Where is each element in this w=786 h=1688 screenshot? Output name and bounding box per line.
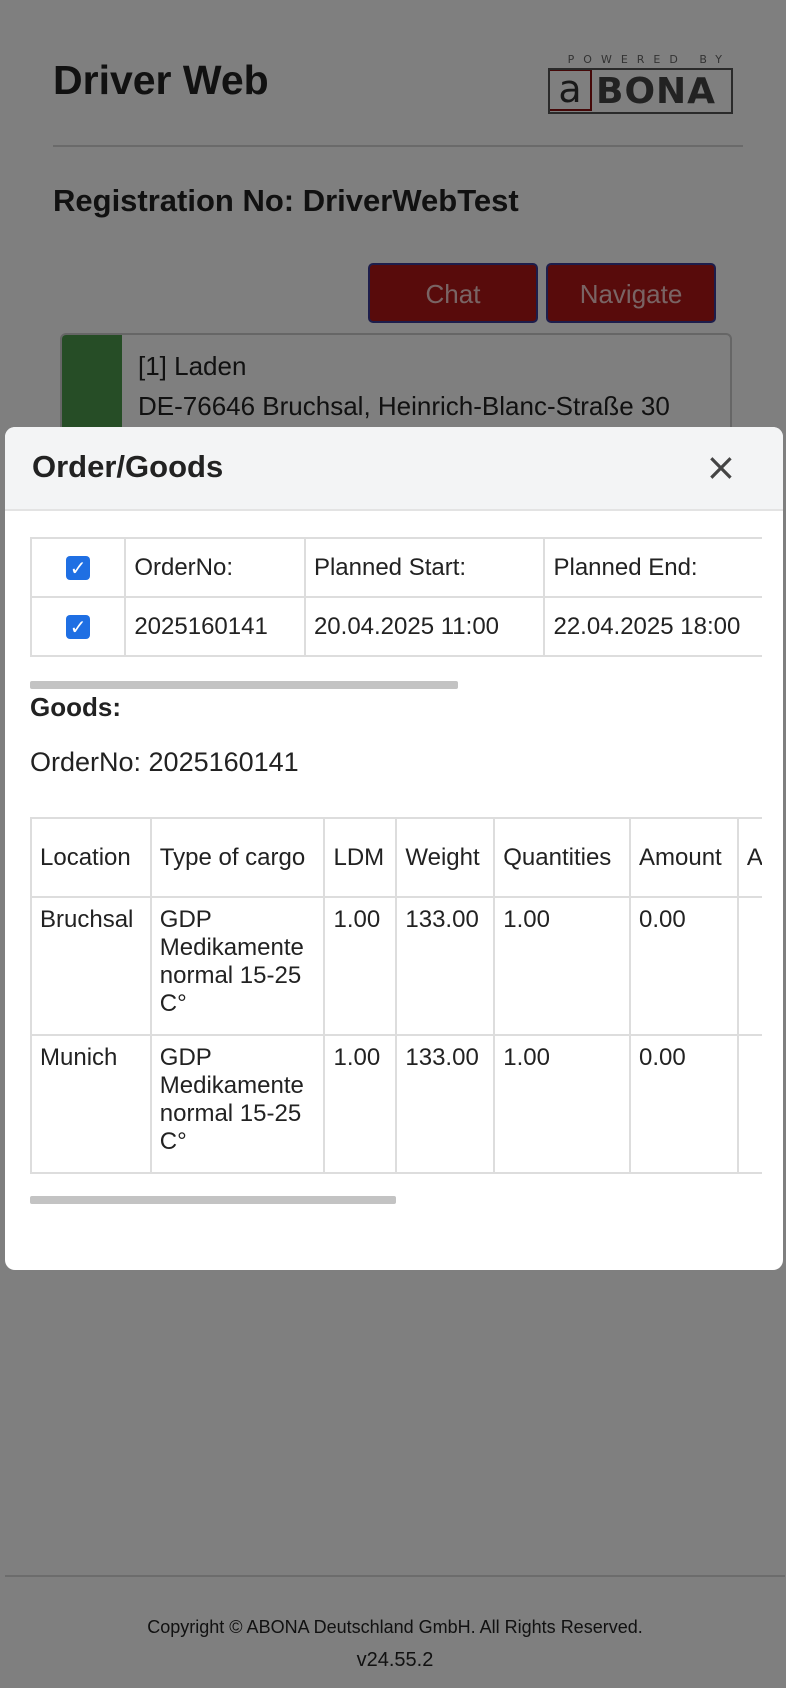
orders-table-wrap: ✓ OrderNo: Planned Start: Planned End: ✓… bbox=[30, 537, 762, 657]
header-weight: Weight bbox=[395, 817, 496, 898]
goods-table-wrap: Location Type of cargo LDM Weight Quanti… bbox=[30, 817, 762, 1174]
planned-end-cell: 22.04.2025 18:00 bbox=[543, 596, 762, 657]
ldm-cell: 1.00 bbox=[323, 1034, 398, 1174]
header-amount: Amount bbox=[629, 817, 739, 898]
quantities-cell: 1.00 bbox=[493, 1034, 632, 1174]
amount-cell: 0.00 bbox=[629, 1034, 739, 1174]
header-planned-start: Planned Start: bbox=[303, 537, 546, 598]
goods-order-number: OrderNo: 2025160141 bbox=[30, 747, 299, 777]
cargo-type-cell: GDP Medikamente normal 15-25 C° bbox=[149, 1034, 326, 1174]
row-checkbox[interactable]: ✓ bbox=[66, 614, 91, 639]
modal-header: Order/Goods × bbox=[5, 427, 783, 511]
header-extra: A bbox=[736, 817, 762, 898]
header-planned-end: Planned End: bbox=[543, 537, 762, 598]
table-row[interactable]: ✓ 2025160141 20.04.2025 11:00 22.04.2025… bbox=[30, 596, 762, 657]
row-select-cell: ✓ bbox=[30, 596, 127, 657]
goods-horizontal-scrollbar[interactable] bbox=[30, 1196, 396, 1204]
goods-table: Location Type of cargo LDM Weight Quanti… bbox=[30, 817, 762, 1174]
orders-horizontal-scrollbar[interactable] bbox=[30, 681, 458, 689]
header-type-of-cargo: Type of cargo bbox=[149, 817, 326, 898]
weight-cell: 133.00 bbox=[395, 1034, 496, 1174]
goods-title: Goods: bbox=[30, 692, 121, 722]
goods-header-row: Location Type of cargo LDM Weight Quanti… bbox=[30, 817, 762, 898]
location-cell: Munich bbox=[30, 1034, 152, 1174]
orders-table: ✓ OrderNo: Planned Start: Planned End: ✓… bbox=[30, 537, 762, 657]
extra-cell bbox=[736, 1034, 762, 1174]
location-cell: Bruchsal bbox=[30, 896, 152, 1036]
header-quantities: Quantities bbox=[493, 817, 632, 898]
ldm-cell: 1.00 bbox=[323, 896, 398, 1036]
order-goods-modal: Order/Goods × ✓ OrderNo: Planned Start: … bbox=[5, 427, 783, 1270]
close-icon[interactable]: × bbox=[705, 447, 737, 487]
select-all-checkbox[interactable]: ✓ bbox=[66, 555, 91, 580]
select-all-cell: ✓ bbox=[30, 537, 127, 598]
table-row: Munich GDP Medikamente normal 15-25 C° 1… bbox=[30, 1034, 762, 1174]
extra-cell bbox=[736, 896, 762, 1036]
header-ldm: LDM bbox=[323, 817, 398, 898]
amount-cell: 0.00 bbox=[629, 896, 739, 1036]
header-order-no: OrderNo: bbox=[124, 537, 306, 598]
table-row: Bruchsal GDP Medikamente normal 15-25 C°… bbox=[30, 896, 762, 1036]
cargo-type-cell: GDP Medikamente normal 15-25 C° bbox=[149, 896, 326, 1036]
quantities-cell: 1.00 bbox=[493, 896, 632, 1036]
planned-start-cell: 20.04.2025 11:00 bbox=[303, 596, 546, 657]
orders-header-row: ✓ OrderNo: Planned Start: Planned End: bbox=[30, 537, 762, 598]
header-location: Location bbox=[30, 817, 152, 898]
order-no-cell: 2025160141 bbox=[124, 596, 306, 657]
modal-title: Order/Goods bbox=[32, 449, 224, 484]
weight-cell: 133.00 bbox=[395, 896, 496, 1036]
